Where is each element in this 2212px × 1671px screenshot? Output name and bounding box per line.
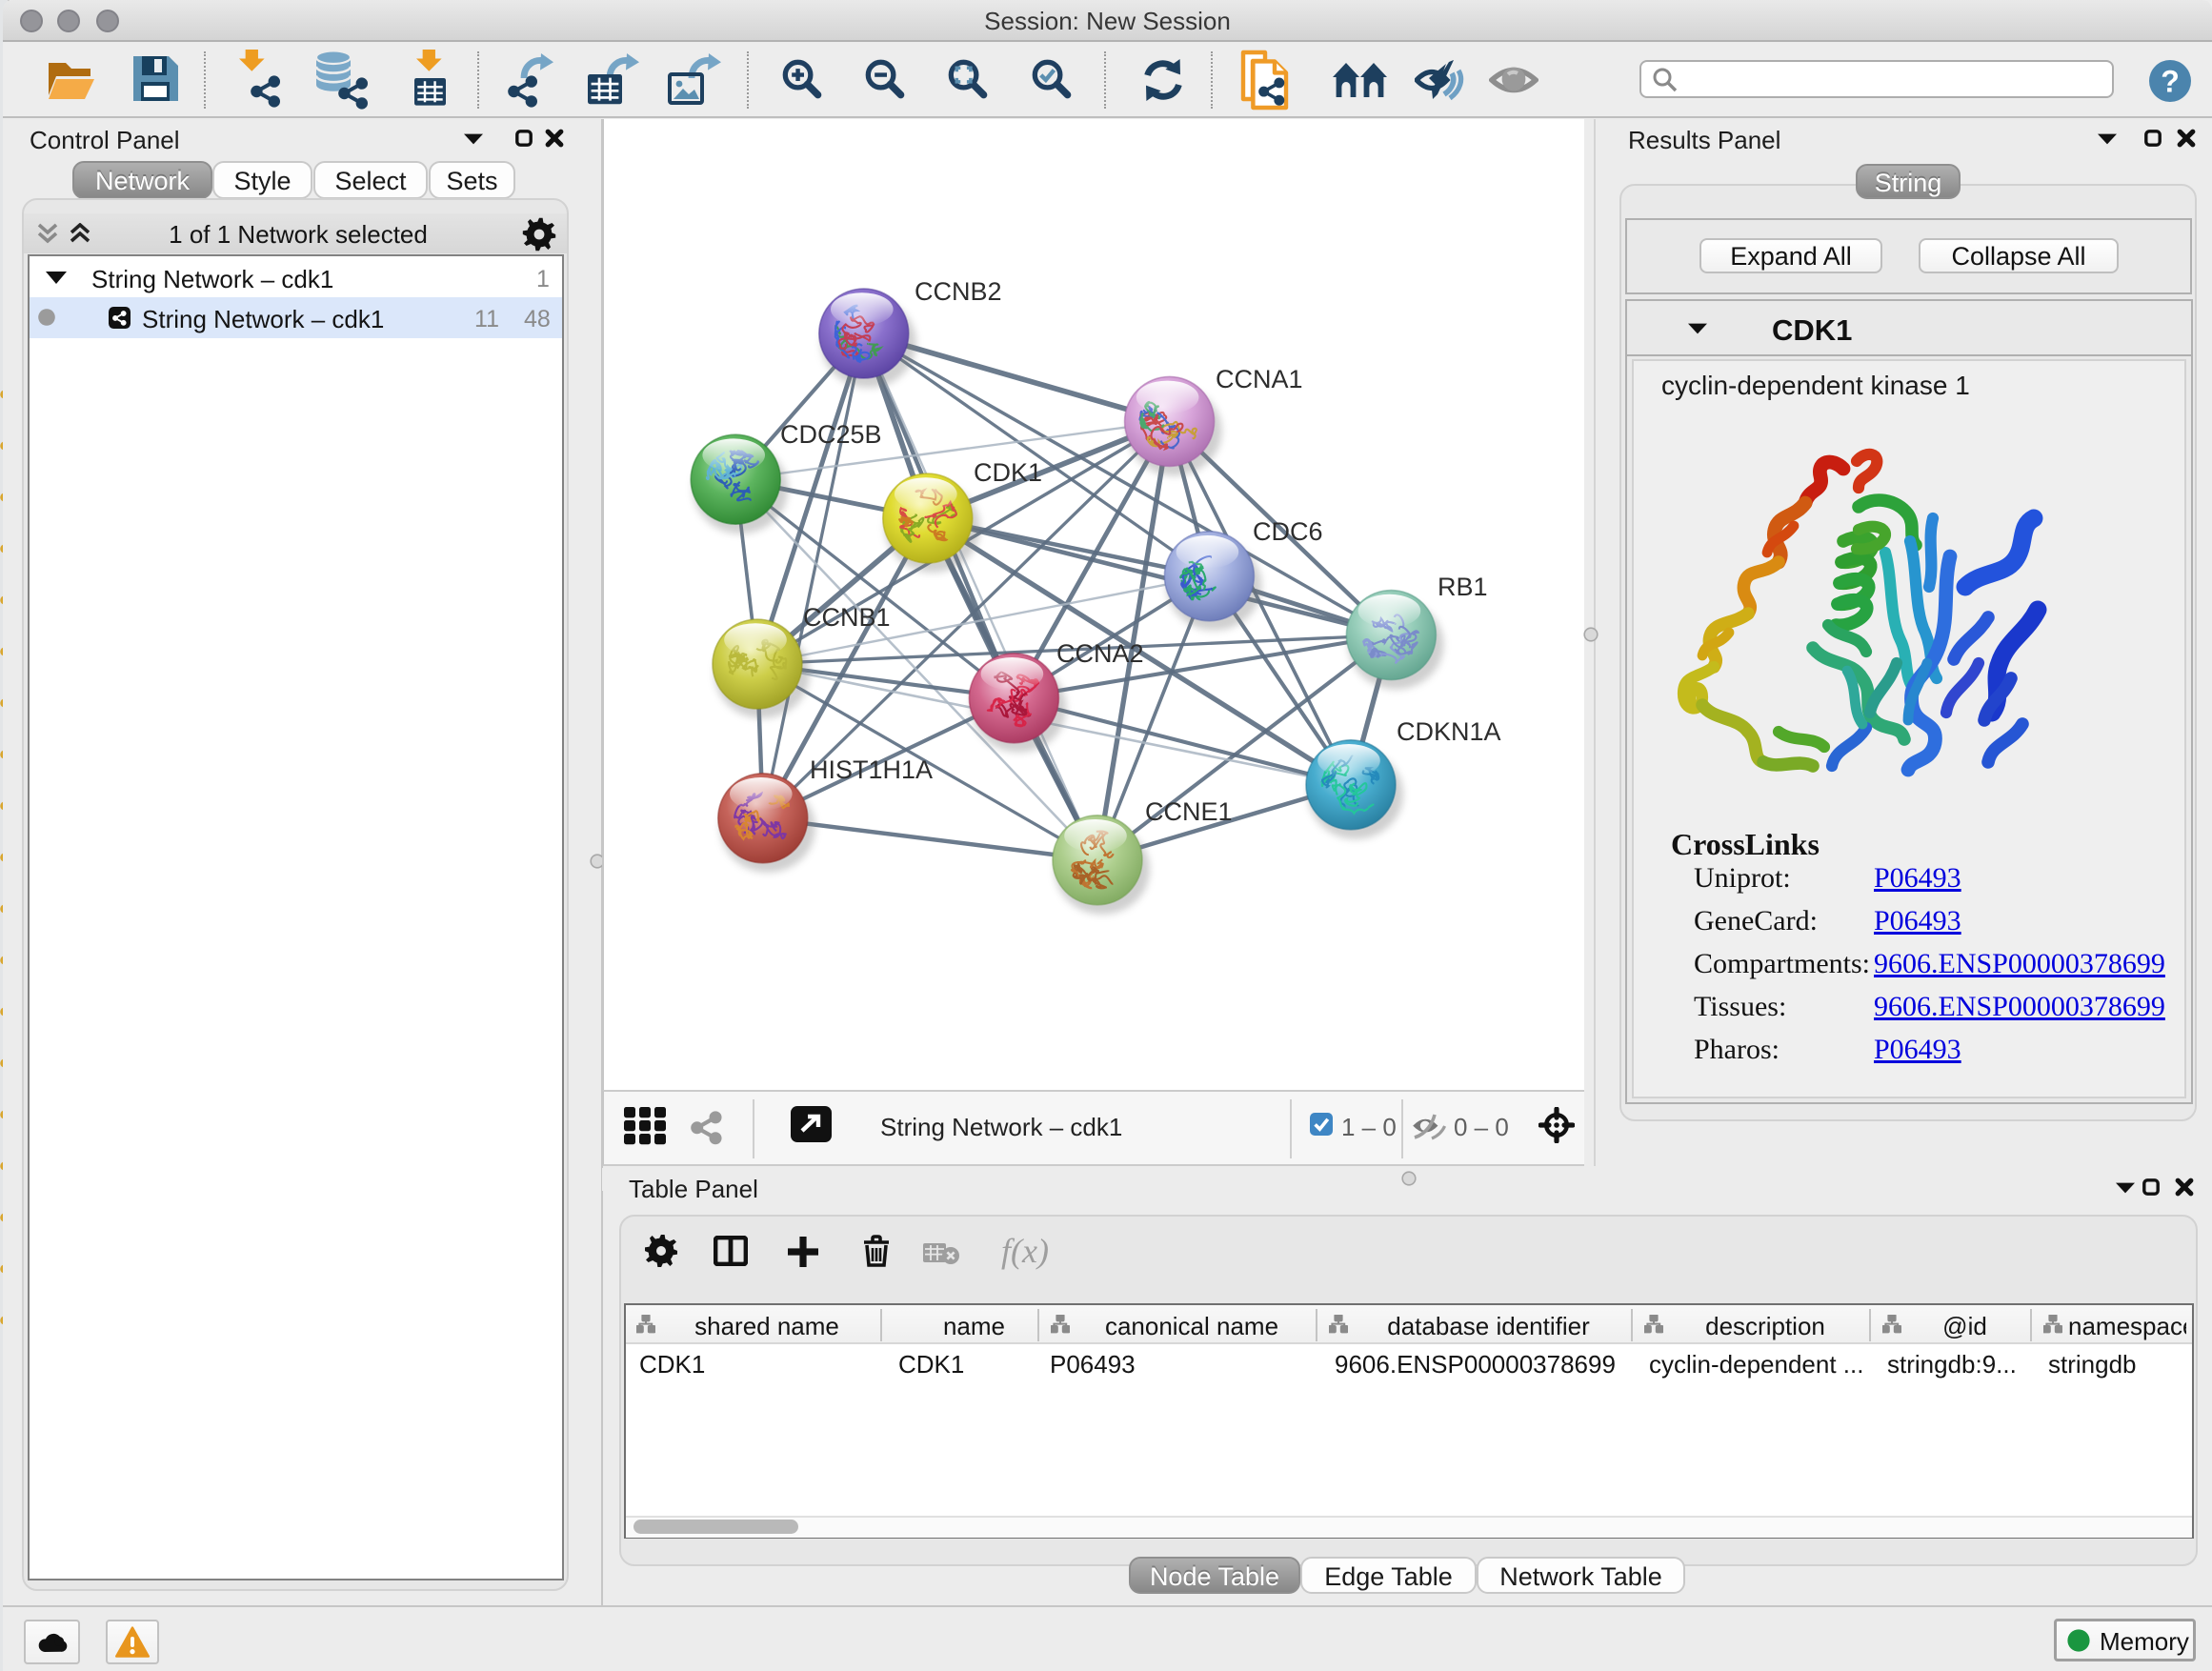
svg-text:CCNA2: CCNA2 [1056, 639, 1144, 668]
svg-text:CCNB1: CCNB1 [803, 603, 891, 632]
svg-text:CDC6: CDC6 [1253, 517, 1323, 546]
svg-text:CCNA1: CCNA1 [1216, 365, 1303, 393]
svg-text:CCNB2: CCNB2 [915, 277, 1002, 306]
svg-text:CDKN1A: CDKN1A [1397, 717, 1501, 746]
svg-text:CDK1: CDK1 [974, 458, 1042, 487]
svg-text:RB1: RB1 [1438, 573, 1488, 601]
svg-text:?: ? [2161, 64, 2180, 98]
svg-text:HIST1H1A: HIST1H1A [810, 755, 933, 784]
svg-text:CDC25B: CDC25B [780, 420, 882, 449]
svg-text:CCNE1: CCNE1 [1145, 797, 1233, 826]
